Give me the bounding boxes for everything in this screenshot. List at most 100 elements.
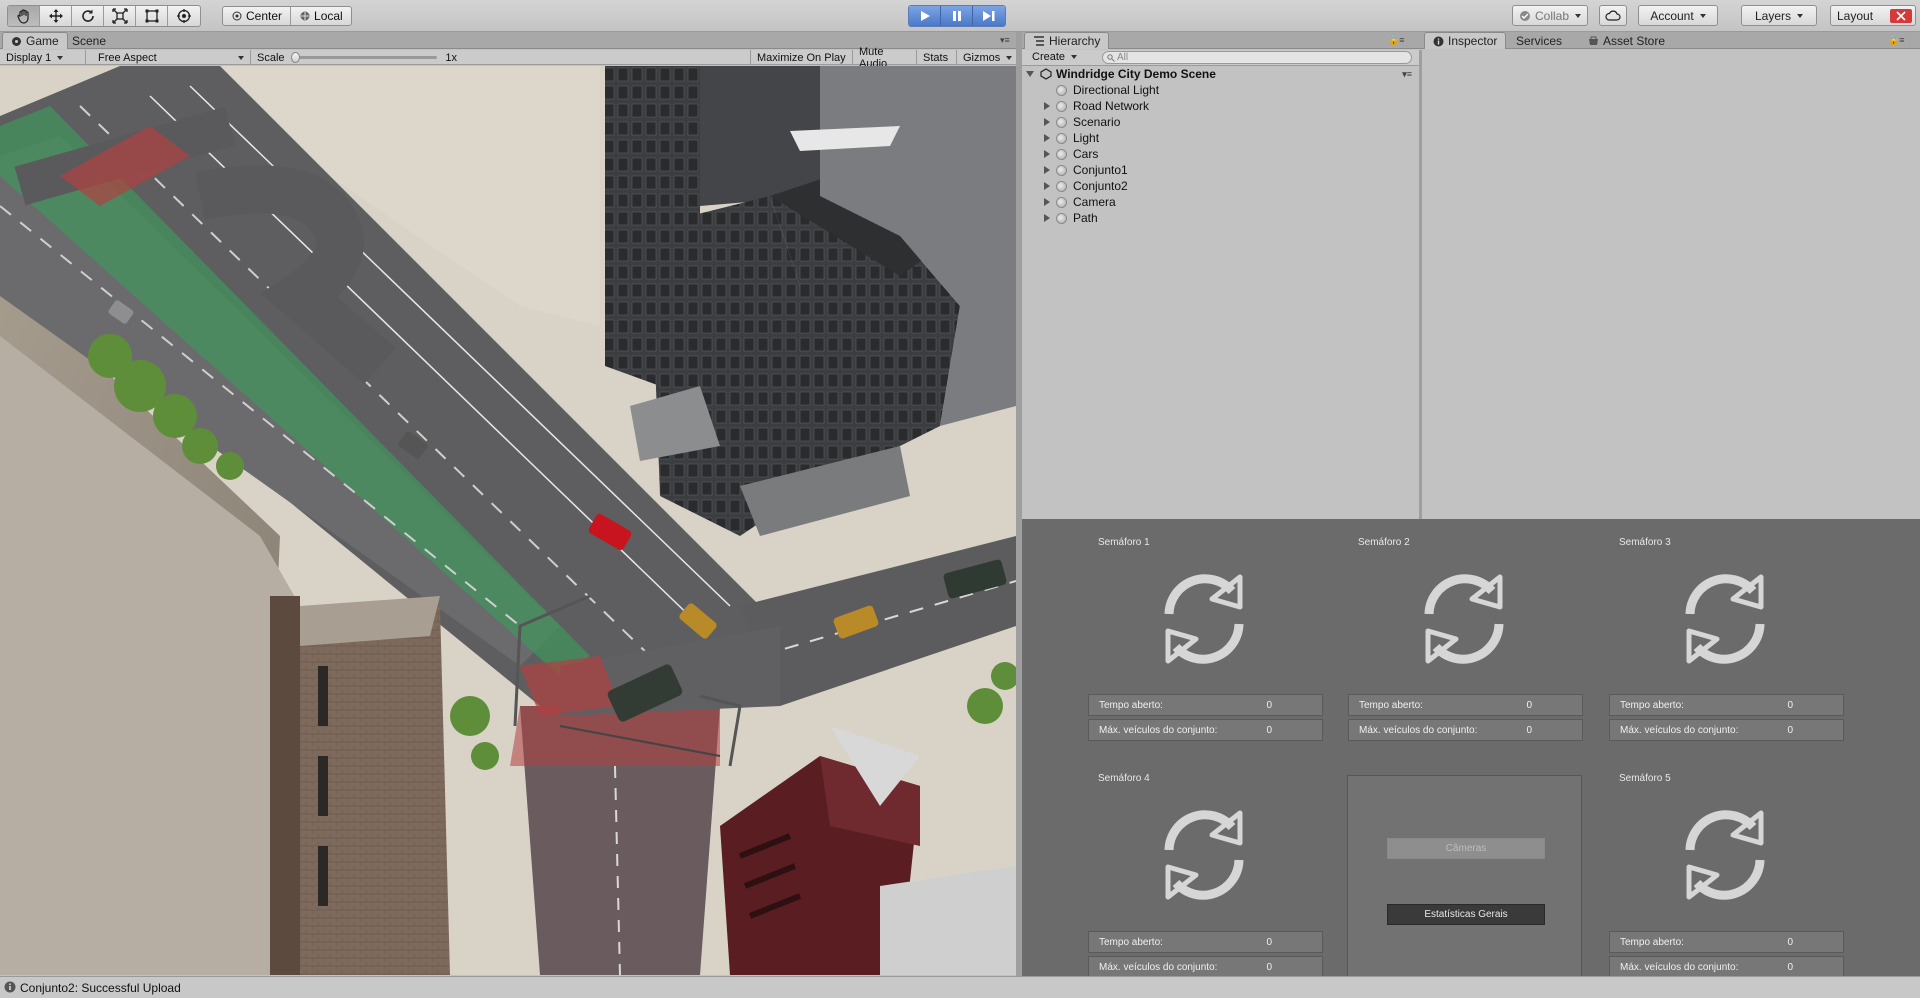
tab-services[interactable]: Services: [1508, 32, 1570, 49]
scene-root-row[interactable]: Windridge City Demo Scene ▾≡: [1026, 66, 1416, 82]
semaforo-card-2: Semáforo 2 Tempo aberto: 0 Máx. veículos do…: [1348, 529, 1583, 759]
mute-audio-toggle[interactable]: Mute Audio: [853, 46, 917, 70]
max-veiculos-field[interactable]: Máx. veículos do conjunto: 0: [1088, 719, 1323, 741]
game-viewport[interactable]: [0, 66, 1016, 975]
max-veiculos-field[interactable]: Máx. veículos do conjunto: 0: [1609, 956, 1844, 978]
tempo-aberto-field[interactable]: Tempo aberto: 0: [1088, 694, 1323, 716]
hierarchy-search-input[interactable]: All: [1102, 51, 1412, 64]
inspector-lock-icon[interactable]: 🔒≡: [1888, 35, 1904, 46]
expand-arrow-icon[interactable]: [1044, 182, 1050, 190]
gameobject-icon: [1056, 196, 1067, 208]
layout-dropdown[interactable]: Layout: [1830, 5, 1916, 26]
tempo-aberto-field[interactable]: Tempo aberto: 0: [1088, 931, 1323, 953]
hierarchy-item[interactable]: Cars: [1044, 146, 1098, 162]
hierarchy-item[interactable]: Path: [1044, 210, 1098, 226]
max-veiculos-field[interactable]: Máx. veículos do conjunto: 0: [1609, 719, 1844, 741]
estatisticas-label: Estatísticas Gerais: [1424, 909, 1508, 920]
scale-slider[interactable]: [290, 52, 438, 63]
pivot-center-button[interactable]: Center: [223, 7, 292, 25]
hierarchy-item[interactable]: Conjunto1: [1044, 162, 1128, 178]
max-veiculos-field[interactable]: Máx. veículos do conjunto: 0: [1348, 719, 1583, 741]
gameobject-icon: [1056, 116, 1067, 128]
semaforo-title: Semáforo 1: [1098, 537, 1150, 548]
hier-inspector-divider[interactable]: [1419, 50, 1422, 519]
expand-arrow-icon[interactable]: [1044, 214, 1050, 222]
estatisticas-gerais-button[interactable]: Estatísticas Gerais: [1387, 904, 1545, 925]
expand-arrow-icon[interactable]: [1044, 102, 1050, 110]
tempo-aberto-field[interactable]: Tempo aberto: 0: [1348, 694, 1583, 716]
hierarchy-lock-icon[interactable]: 🔒≡: [1388, 35, 1404, 46]
hierarchy-item-label: Cars: [1073, 147, 1099, 161]
tab-asset-store[interactable]: Asset Store: [1580, 32, 1673, 49]
pivot-local-button[interactable]: Local: [291, 7, 351, 25]
layout-close-icon[interactable]: [1890, 9, 1912, 23]
unity-editor: Center Local Collab Account Layers Layou…: [0, 0, 1920, 998]
gizmos-dropdown[interactable]: Gizmos: [957, 50, 1016, 65]
account-dropdown[interactable]: Account: [1638, 5, 1718, 26]
collab-dropdown[interactable]: Collab: [1512, 5, 1588, 26]
cameras-button[interactable]: Câmeras: [1387, 838, 1545, 859]
move-tool-icon[interactable]: [40, 6, 72, 26]
tempo-aberto-value: 0: [1787, 699, 1793, 711]
scale-value: 1x: [445, 51, 457, 64]
center-controls-card: Câmeras Estatísticas Gerais: [1347, 775, 1582, 985]
tab-hierarchy[interactable]: Hierarchy: [1024, 32, 1110, 49]
hierarchy-item[interactable]: Light: [1044, 130, 1099, 146]
tempo-aberto-value: 0: [1526, 699, 1532, 711]
expand-arrow-icon[interactable]: [1044, 118, 1050, 126]
max-veiculos-field[interactable]: Máx. veículos do conjunto: 0: [1088, 956, 1323, 978]
hierarchy-item[interactable]: Scenario: [1044, 114, 1120, 130]
tempo-aberto-label: Tempo aberto:: [1620, 936, 1684, 948]
tempo-aberto-value: 0: [1266, 936, 1272, 948]
scale-tool-icon[interactable]: [104, 6, 136, 26]
gizmos-label: Gizmos: [963, 51, 1001, 64]
max-veiculos-label: Máx. veículos do conjunto:: [1620, 724, 1739, 736]
refresh-icon: [1685, 810, 1765, 900]
hierarchy-item[interactable]: Road Network: [1044, 98, 1149, 114]
hierarchy-item[interactable]: Camera: [1044, 194, 1116, 210]
gameobject-icon: [1056, 180, 1067, 192]
hierarchy-item[interactable]: Directional Light: [1044, 82, 1159, 98]
scale-slider-thumb[interactable]: [290, 52, 300, 63]
tempo-aberto-field[interactable]: Tempo aberto: 0: [1609, 694, 1844, 716]
tab-scene[interactable]: Scene: [64, 32, 114, 49]
store-icon: [1589, 36, 1598, 45]
status-message[interactable]: Conjunto2: Successful Upload: [20, 981, 181, 995]
scene-menu-icon[interactable]: ▾≡: [1402, 69, 1412, 80]
hand-tool-icon[interactable]: [8, 6, 40, 26]
rotate-tool-icon[interactable]: [72, 6, 104, 26]
rect-tool-icon[interactable]: [136, 6, 168, 26]
semaforo-card-4: Semáforo 4 Tempo aberto: 0 Máx. veículos do…: [1088, 765, 1323, 995]
hierarchy-item-label: Scenario: [1073, 115, 1121, 129]
status-bar: Conjunto2: Successful Upload: [0, 976, 1920, 998]
hierarchy-item-label: Conjunto1: [1073, 163, 1128, 177]
expand-arrow-icon[interactable]: [1044, 198, 1050, 206]
aspect-dropdown[interactable]: Free Aspect: [86, 50, 251, 65]
expand-arrow-icon[interactable]: [1026, 71, 1034, 77]
tempo-aberto-field[interactable]: Tempo aberto: 0: [1609, 931, 1844, 953]
layers-dropdown[interactable]: Layers: [1741, 5, 1817, 26]
maximize-on-play-toggle[interactable]: Maximize On Play: [750, 50, 853, 65]
pause-button[interactable]: [941, 6, 973, 26]
expand-arrow-icon[interactable]: [1044, 150, 1050, 158]
cloud-button[interactable]: [1599, 5, 1627, 26]
tab-inspector[interactable]: Inspector: [1424, 32, 1507, 49]
scale-label: Scale: [257, 51, 285, 64]
hierarchy-list-icon: [1034, 36, 1044, 46]
game-panel-menu-icon[interactable]: ▾≡: [1000, 35, 1010, 46]
play-icon: [920, 11, 930, 21]
step-button[interactable]: [973, 6, 1005, 26]
create-dropdown[interactable]: Create: [1032, 51, 1077, 63]
refresh-icon: [1164, 574, 1244, 664]
hierarchy-item[interactable]: Conjunto2: [1044, 178, 1128, 194]
pivot-center-label: Center: [246, 9, 283, 23]
gameobject-icon: [1056, 148, 1067, 160]
display-dropdown[interactable]: Display 1: [0, 50, 86, 65]
transform-tool-icon[interactable]: [168, 6, 200, 26]
unity-scene-icon: [1040, 68, 1052, 80]
stats-toggle[interactable]: Stats: [917, 50, 957, 65]
play-button[interactable]: [909, 6, 941, 26]
tab-game[interactable]: Game: [2, 32, 68, 49]
expand-arrow-icon[interactable]: [1044, 166, 1050, 174]
expand-arrow-icon[interactable]: [1044, 134, 1050, 142]
